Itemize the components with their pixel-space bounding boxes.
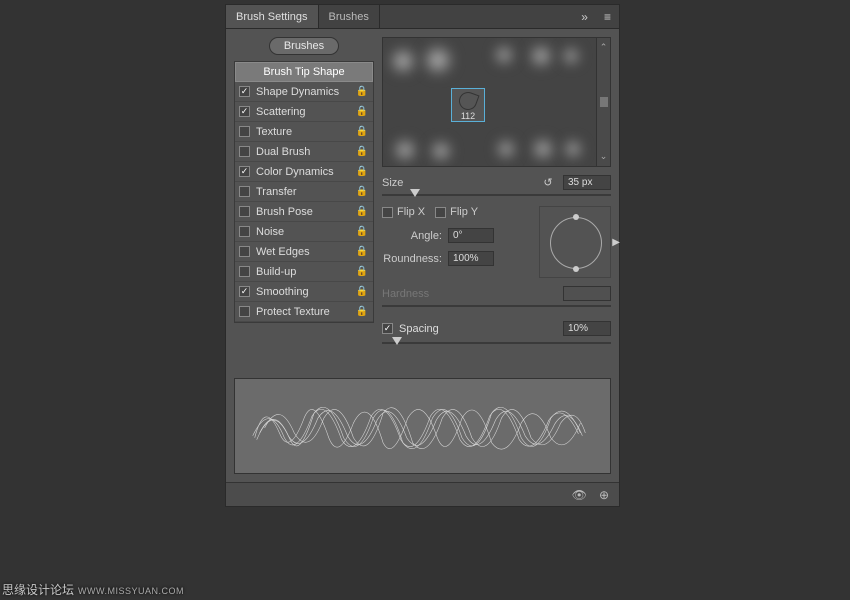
brush-tip-grid[interactable]: 112 ⌃⌄ <box>382 37 611 167</box>
brush-settings-panel: Brush Settings Brushes » ≡ Brushes Brush… <box>225 4 620 507</box>
brush-tip-shape-header[interactable]: Brush Tip Shape <box>235 62 373 82</box>
roundness-label: Roundness: <box>382 253 442 265</box>
setting-texture[interactable]: Texture🔒 <box>235 122 373 142</box>
lock-icon[interactable]: 🔒 <box>355 106 369 117</box>
toggle-preview-icon[interactable]: 👁 <box>572 488 587 502</box>
setting-brush-pose[interactable]: Brush Pose🔒 <box>235 202 373 222</box>
lock-icon[interactable]: 🔒 <box>355 86 369 97</box>
setting-smoothing[interactable]: Smoothing🔒 <box>235 282 373 302</box>
checkbox[interactable] <box>239 246 250 257</box>
selected-brush-tip[interactable]: 112 <box>451 88 485 122</box>
setting-noise[interactable]: Noise🔒 <box>235 222 373 242</box>
tab-bar: Brush Settings Brushes » ≡ <box>226 5 619 29</box>
lock-icon[interactable]: 🔒 <box>355 126 369 137</box>
roundness-input[interactable] <box>448 251 494 266</box>
stroke-preview <box>234 378 611 474</box>
lock-icon[interactable]: 🔒 <box>355 146 369 157</box>
setting-shape-dynamics[interactable]: Shape Dynamics🔒 <box>235 82 373 102</box>
checkbox[interactable] <box>239 266 250 277</box>
checkbox[interactable] <box>239 86 250 97</box>
flip-y-checkbox[interactable]: Flip Y <box>435 206 478 218</box>
scrollbar-thumb[interactable] <box>600 97 608 107</box>
panel-footer: 👁 ⊕ <box>226 482 619 506</box>
checkbox[interactable] <box>239 106 250 117</box>
checkbox[interactable] <box>239 146 250 157</box>
watermark: 思缘设计论坛WWW.MISSYUAN.COM <box>2 581 184 598</box>
tab-brushes[interactable]: Brushes <box>319 5 380 28</box>
size-label: Size <box>382 177 444 189</box>
lock-icon[interactable]: 🔒 <box>355 206 369 217</box>
setting-build-up[interactable]: Build-up🔒 <box>235 262 373 282</box>
checkbox[interactable] <box>239 306 250 317</box>
checkbox[interactable] <box>239 286 250 297</box>
setting-scattering[interactable]: Scattering🔒 <box>235 102 373 122</box>
lock-icon[interactable]: 🔒 <box>355 166 369 177</box>
new-brush-icon[interactable]: ⊕ <box>599 488 609 502</box>
checkbox[interactable] <box>239 186 250 197</box>
lock-icon[interactable]: 🔒 <box>355 226 369 237</box>
scroll-down-icon[interactable]: ⌄ <box>600 151 608 162</box>
setting-transfer[interactable]: Transfer🔒 <box>235 182 373 202</box>
checkbox[interactable] <box>239 166 250 177</box>
hardness-input <box>563 286 611 301</box>
setting-wet-edges[interactable]: Wet Edges🔒 <box>235 242 373 262</box>
flip-x-checkbox[interactable]: Flip X <box>382 206 425 218</box>
lock-icon[interactable]: 🔒 <box>355 186 369 197</box>
brushes-button[interactable]: Brushes <box>269 37 339 55</box>
size-input[interactable] <box>563 175 611 190</box>
slider-thumb[interactable] <box>410 189 420 197</box>
lock-icon[interactable]: 🔒 <box>355 306 369 317</box>
scroll-up-icon[interactable]: ⌃ <box>600 42 608 53</box>
brush-tip-controls: 112 ⌃⌄ Size ↺ Flip X Flip Y Angle: <box>382 37 611 346</box>
brush-tip-size-label: 112 <box>461 111 475 121</box>
setting-protect-texture[interactable]: Protect Texture🔒 <box>235 302 373 322</box>
checkbox[interactable] <box>239 126 250 137</box>
size-slider[interactable] <box>382 194 611 196</box>
angle-dial[interactable]: ▶ <box>539 206 611 278</box>
settings-sidebar: Brushes Brush Tip Shape Shape Dynamics🔒 … <box>234 37 374 346</box>
setting-dual-brush[interactable]: Dual Brush🔒 <box>235 142 373 162</box>
slider-thumb[interactable] <box>392 337 402 345</box>
brush-grid-scrollbar[interactable]: ⌃⌄ <box>596 38 610 166</box>
hardness-label: Hardness <box>382 288 444 300</box>
settings-list: Brush Tip Shape Shape Dynamics🔒 Scatteri… <box>234 61 374 323</box>
arrow-right-icon: ▶ <box>612 237 620 248</box>
checkbox[interactable] <box>239 226 250 237</box>
spacing-slider[interactable] <box>382 342 611 344</box>
spacing-checkbox[interactable] <box>382 323 393 334</box>
angle-label: Angle: <box>382 230 442 242</box>
lock-icon[interactable]: 🔒 <box>355 286 369 297</box>
hardness-slider <box>382 305 611 307</box>
lock-icon[interactable]: 🔒 <box>355 266 369 277</box>
setting-color-dynamics[interactable]: Color Dynamics🔒 <box>235 162 373 182</box>
angle-input[interactable] <box>448 228 494 243</box>
reset-size-icon[interactable]: ↺ <box>539 176 557 189</box>
lock-icon[interactable]: 🔒 <box>355 246 369 257</box>
spacing-label: Spacing <box>399 323 439 335</box>
expand-icon[interactable]: » <box>573 10 596 24</box>
spacing-input[interactable] <box>563 321 611 336</box>
checkbox[interactable] <box>239 206 250 217</box>
panel-menu-icon[interactable]: ≡ <box>596 10 619 24</box>
tab-brush-settings[interactable]: Brush Settings <box>226 5 319 28</box>
